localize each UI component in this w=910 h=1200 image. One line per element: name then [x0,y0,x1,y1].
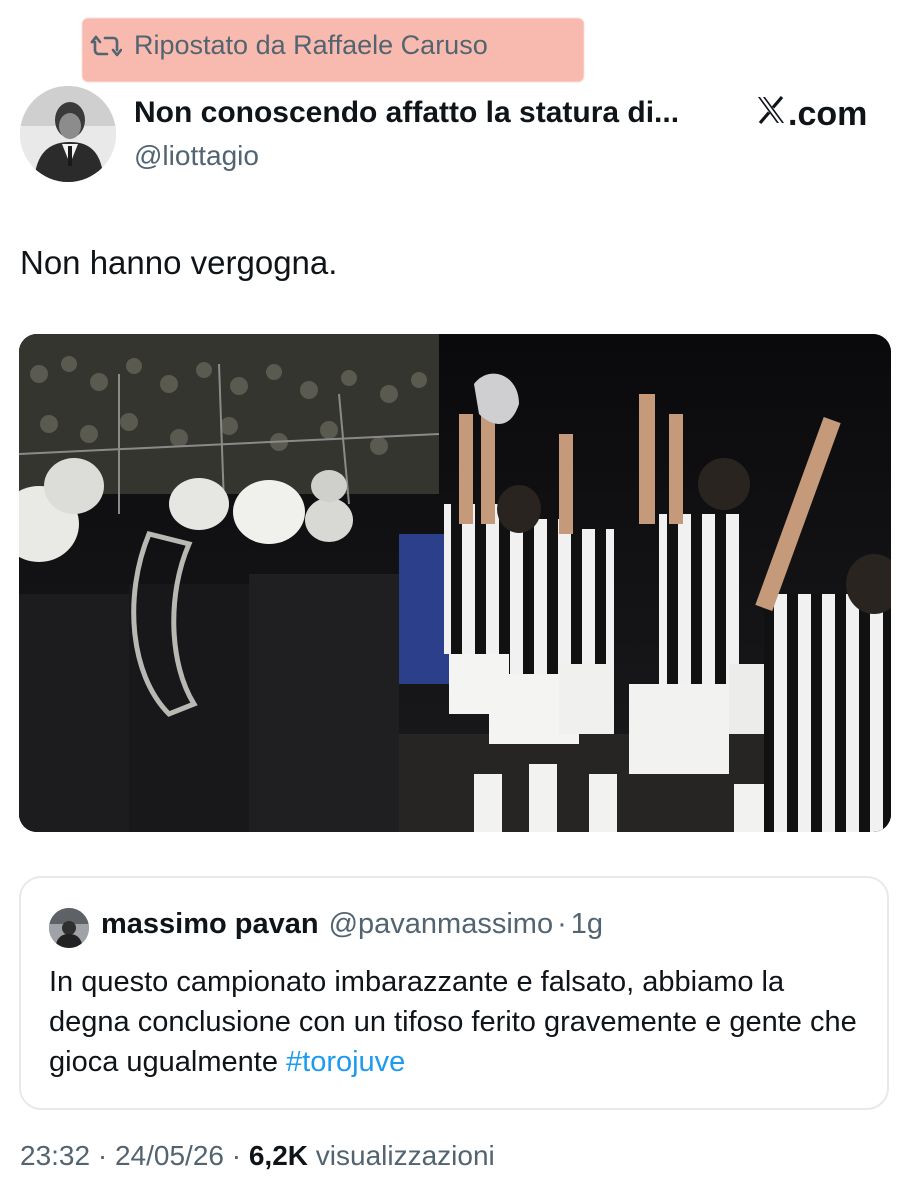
tweet-time[interactable]: 23:32 [20,1140,90,1171]
author-avatar[interactable] [20,86,116,182]
tweet-metadata: 23:32 · 24/05/26 · 6,2K visualizzazioni [20,1140,495,1172]
quoted-tweet[interactable]: massimo pavan @pavanmassimo · 1g In ques… [19,876,889,1110]
repost-label: Ripostato da Raffaele Caruso [134,30,488,60]
x-brand[interactable]: .com [756,95,867,134]
x-brand-label: .com [788,95,868,133]
quoted-author-handle[interactable]: @pavanmassimo [329,908,553,941]
quoted-tweet-text: In questo campionato imbarazzante e fals… [49,962,869,1082]
quoted-author-avatar[interactable] [49,908,89,948]
tweet-photo[interactable] [19,334,891,832]
tweet-page: Ripostato da Raffaele Caruso Non conosce… [0,0,910,1200]
repost-indicator[interactable]: Ripostato da Raffaele Caruso [90,30,488,61]
tweet-text: Non hanno vergogna. [20,244,338,281]
separator: · [97,1140,108,1171]
hashtag-link[interactable]: #torojuve [286,1046,405,1078]
tweet-date[interactable]: 24/05/26 [115,1140,224,1171]
separator: · [231,1140,242,1171]
repost-icon [90,33,122,59]
views-label: visualizzazioni [315,1140,495,1171]
author-handle[interactable]: @liottagio [134,140,259,172]
quoted-separator: · [557,908,567,940]
quoted-time[interactable]: 1g [571,908,603,941]
quoted-author-name[interactable]: massimo pavan [101,908,319,941]
author-display-name[interactable]: Non conoscendo affatto la statura di... [134,96,679,130]
x-logo-icon [756,95,786,134]
views-count: 6,2K [248,1140,309,1171]
quoted-text-body: In questo campionato imbarazzante e fals… [49,966,857,1078]
quoted-tweet-header: massimo pavan @pavanmassimo · 1g [101,908,603,941]
